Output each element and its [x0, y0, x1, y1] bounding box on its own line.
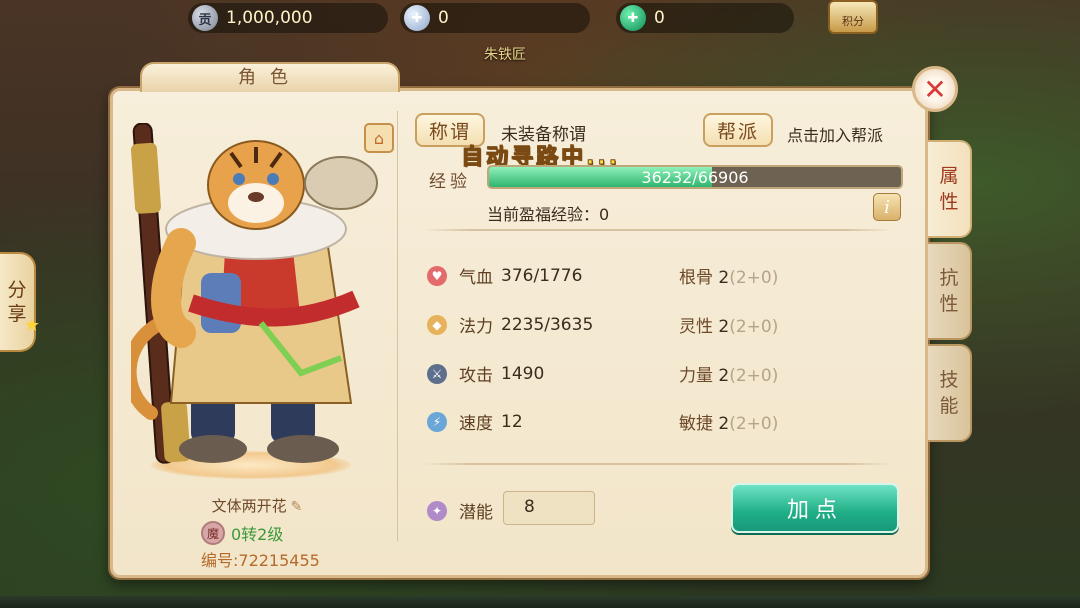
stat-spd-value: 12	[501, 411, 523, 432]
silver-currency[interactable]: ✚ 0	[400, 3, 590, 33]
attr-spirit: 灵性 2(2+0)	[679, 312, 778, 337]
attr-agility: 敏捷 2(2+0)	[679, 409, 778, 434]
edit-name-icon[interactable]: ✎	[291, 499, 303, 515]
attr-value: 2	[718, 366, 730, 386]
attr-value: 2	[718, 317, 730, 337]
attr-name: 力量	[679, 366, 713, 386]
bottom-strip	[0, 596, 1080, 608]
section-divider	[423, 463, 893, 465]
character-portrait	[131, 123, 378, 464]
tab-skills[interactable]: 技 能	[928, 344, 972, 442]
score-label: 积分	[842, 15, 864, 28]
info-icon[interactable]: i	[873, 193, 901, 221]
stat-spd-name: 速度	[459, 414, 493, 434]
jade-value: 0	[654, 8, 665, 28]
stat-hp: ♥ 气血 376/1776	[427, 263, 582, 288]
character-panel: ⌂ 文体两开花 ✎ 魔 0转2级 编号:72215455 称谓 未装备称谓 帮派…	[110, 88, 928, 578]
potential-icon: ✦	[427, 500, 447, 521]
tab-label-1: 技	[939, 369, 959, 391]
attr-name: 灵性	[679, 317, 713, 337]
mana-icon: ◆	[427, 314, 447, 335]
character-level: 0转2级	[231, 525, 284, 544]
close-button[interactable]: ✕	[912, 66, 958, 112]
attr-value: 2	[718, 268, 730, 288]
jade-coin-icon: ✚	[620, 5, 646, 31]
stat-mp: ◆ 法力 2235/3635	[427, 312, 593, 337]
tab-label-1: 抗	[939, 267, 959, 289]
stat-mp-value: 2235/3635	[501, 314, 594, 335]
stat-atk: ⚔ 攻击 1490	[427, 361, 544, 386]
attr-constitution: 根骨 2(2+0)	[679, 263, 778, 288]
stat-hp-value: 376/1776	[501, 265, 583, 286]
sword-icon: ⚔	[427, 363, 447, 384]
stat-atk-value: 1490	[501, 363, 545, 384]
character-area: ⌂ 文体两开花 ✎ 魔 0转2级 编号:72215455	[121, 99, 394, 575]
potential-value: 8	[503, 491, 595, 525]
tab-attributes[interactable]: 属 性	[928, 140, 972, 238]
add-points-button[interactable]: 加点	[731, 483, 899, 533]
share-label-1: 分	[7, 279, 27, 301]
attr-name: 敏捷	[679, 414, 713, 434]
race-badge-icon: 魔	[201, 521, 225, 545]
gong-coin-icon: 贡	[192, 5, 218, 31]
bonus-exp: 当前盈福经验：0	[487, 205, 610, 224]
potential-label: 潜能	[459, 503, 493, 523]
attr-value: 2	[718, 414, 730, 434]
gold-value: 1,000,000	[226, 8, 313, 28]
tab-label-1: 属	[939, 165, 959, 187]
resource-bar: 贡 1,000,000 ✚ 0 ✚ 0 积分	[0, 0, 1080, 38]
tab-label-2: 性	[939, 293, 959, 315]
attr-extra: (2+0)	[729, 268, 779, 288]
race-level-row: 魔 0转2级	[201, 521, 283, 545]
exp-bar: 36232/66906	[487, 165, 903, 189]
gang-button[interactable]: 帮派	[703, 113, 773, 147]
score-button[interactable]: 积分	[828, 0, 878, 34]
attr-extra: (2+0)	[729, 366, 779, 386]
character-name: 文体两开花	[211, 497, 287, 515]
stat-hp-name: 气血	[459, 268, 493, 288]
attr-strength: 力量 2(2+0)	[679, 361, 778, 386]
silver-value: 0	[438, 8, 449, 28]
star-icon: ★	[23, 315, 40, 336]
lightning-icon: ⚡	[427, 411, 447, 432]
exp-label: 经验	[429, 172, 471, 192]
stat-mp-name: 法力	[459, 317, 493, 337]
gang-value[interactable]: 点击加入帮派	[787, 122, 883, 146]
panel-title: 角色	[140, 62, 400, 92]
npc-name-label: 朱铁匠	[484, 47, 526, 63]
heart-icon: ♥	[427, 265, 447, 286]
tab-label-2: 能	[939, 395, 959, 417]
stat-atk-name: 攻击	[459, 366, 493, 386]
attr-extra: (2+0)	[729, 414, 779, 434]
silver-ingot-icon: ✚	[404, 5, 430, 31]
jade-currency[interactable]: ✚ 0	[616, 3, 794, 33]
stat-spd: ⚡ 速度 12	[427, 409, 523, 434]
close-icon: ✕	[923, 72, 947, 106]
potential-row: ✦ 潜能	[427, 498, 501, 523]
gold-currency[interactable]: 贡 1,000,000	[188, 3, 388, 33]
tab-label-2: 性	[939, 191, 959, 213]
character-serial: 编号:72215455	[201, 551, 320, 570]
attr-name: 根骨	[679, 268, 713, 288]
exp-text: 36232/66906	[641, 168, 749, 187]
character-name-row[interactable]: 文体两开花 ✎	[121, 495, 393, 516]
attr-extra: (2+0)	[729, 317, 779, 337]
vertical-divider	[397, 111, 398, 541]
share-button[interactable]: 分 享 ★	[0, 252, 40, 352]
tab-resistance[interactable]: 抗 性	[928, 242, 972, 340]
section-divider	[423, 229, 893, 231]
